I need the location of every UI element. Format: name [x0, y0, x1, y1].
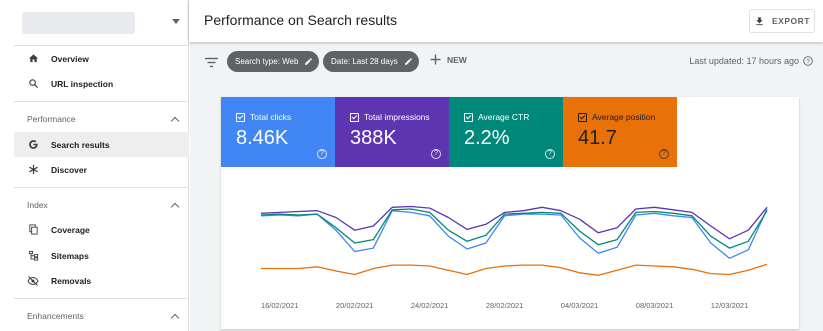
divider [14, 187, 189, 188]
metric-value: 8.46K [236, 127, 289, 149]
help-icon[interactable]: ? [431, 149, 441, 159]
visibility-off-icon [26, 274, 40, 288]
nav-item-label: Removals [51, 275, 92, 286]
chevron-up-icon [170, 202, 180, 211]
property-name-placeholder [22, 12, 135, 34]
section-label: Performance [27, 114, 76, 124]
nav-item-label: Overview [51, 53, 89, 64]
chip-label: Search type: Web [235, 57, 299, 66]
export-label: EXPORT [772, 16, 810, 26]
help-icon[interactable]: ? [803, 56, 813, 66]
new-label: NEW [447, 54, 467, 65]
x-tick-label: 20/02/2021 [335, 301, 374, 310]
page-title: Performance on Search results [204, 12, 397, 28]
x-tick-label: 28/02/2021 [485, 301, 524, 310]
x-tick-label: 16/02/2021 [260, 301, 299, 310]
checkbox-icon [236, 112, 245, 122]
metric-tile-average-position[interactable]: Average position 41.7 ? [563, 97, 677, 167]
nav-item-url-inspection[interactable]: URL inspection [14, 71, 189, 96]
section-header-index[interactable]: Index [14, 194, 189, 216]
metric-tile-total-impressions[interactable]: Total impressions 388K ? [335, 97, 449, 167]
nav-item-discover[interactable]: Discover [14, 157, 189, 182]
metric-label: Total impressions [364, 112, 430, 122]
x-tick-label: 12/03/2021 [710, 301, 749, 310]
google-g-icon [26, 138, 40, 152]
chevron-up-icon [170, 116, 180, 125]
section-header-performance[interactable]: Performance [14, 108, 189, 130]
caret-down-icon [172, 19, 180, 24]
svg-text:?: ? [806, 58, 810, 65]
filter-bar: Search type: Web Date: Last 28 days NEW … [190, 42, 823, 80]
metric-tile-average-ctr[interactable]: Average CTR 2.2% ? [449, 97, 563, 167]
chevron-up-icon [170, 313, 180, 322]
x-tick-label: 24/02/2021 [410, 301, 449, 310]
help-icon[interactable]: ? [545, 149, 555, 159]
nav-item-label: URL inspection [51, 78, 114, 89]
home-icon [26, 52, 40, 66]
metric-value: 388K [350, 127, 397, 149]
x-tick-label: 08/03/2021 [635, 301, 674, 310]
metric-label: Average position [592, 112, 656, 122]
chip-label: Date: Last 28 days [331, 57, 398, 66]
export-button[interactable]: EXPORT [749, 9, 815, 33]
download-icon [756, 16, 763, 25]
copy-icon [26, 223, 40, 237]
sitemap-icon [26, 249, 40, 263]
divider [14, 298, 189, 299]
last-updated-text: Last updated: 17 hours ago [689, 56, 799, 66]
performance-card: Total clicks 8.46K ? Total impressions 3… [221, 97, 799, 329]
metric-value: 41.7 [578, 127, 617, 149]
checkbox-icon [578, 112, 587, 122]
nav-item-label: Search results [51, 139, 110, 150]
performance-line-chart [260, 205, 768, 276]
help-icon[interactable]: ? [317, 149, 327, 159]
asterisk-icon [26, 163, 40, 177]
top-header: Performance on Search results EXPORT [189, 0, 823, 42]
checkbox-icon [464, 112, 473, 122]
divider [14, 101, 189, 102]
metric-label: Total clicks [250, 112, 292, 122]
help-icon[interactable]: ? [659, 149, 669, 159]
edit-icon [404, 58, 412, 65]
series-line-average-position [261, 263, 768, 276]
nav-item-coverage[interactable]: Coverage [14, 217, 189, 242]
nav-item-label: Coverage [51, 224, 90, 235]
property-selector[interactable] [14, 9, 186, 37]
edit-icon [305, 58, 313, 65]
filter-chip-search-type[interactable]: Search type: Web [227, 51, 320, 72]
section-label: Index [27, 200, 48, 210]
section-label: Enhancements [27, 311, 84, 321]
nav-item-label: Sitemaps [51, 250, 89, 261]
series-line-total-impressions [260, 205, 768, 240]
new-filter-button[interactable]: NEW [430, 54, 467, 65]
nav-item-overview[interactable]: Overview [14, 46, 189, 71]
metric-value: 2.2% [464, 127, 510, 149]
last-updated: Last updated: 17 hours ago ? [689, 56, 813, 66]
sidebar: Overview URL inspection Performance Sear… [0, 0, 189, 331]
section-header-enhancements[interactable]: Enhancements [14, 305, 189, 327]
metric-tile-total-clicks[interactable]: Total clicks 8.46K ? [221, 97, 335, 167]
filter-list-icon[interactable] [205, 55, 218, 73]
x-tick-label: 04/03/2021 [560, 301, 599, 310]
checkbox-icon [350, 112, 359, 122]
search-icon [26, 77, 40, 91]
nav-item-search-results[interactable]: Search results [14, 132, 189, 157]
nav-item-removals[interactable]: Removals [14, 268, 189, 293]
nav-item-label: Discover [51, 164, 87, 175]
main-content: Search type: Web Date: Last 28 days NEW … [190, 42, 823, 331]
filter-chip-date[interactable]: Date: Last 28 days [323, 51, 419, 72]
series-line-total-clicks [260, 208, 768, 259]
metric-label: Average CTR [478, 112, 530, 122]
plus-icon [430, 54, 441, 65]
nav-item-sitemaps[interactable]: Sitemaps [14, 243, 189, 268]
